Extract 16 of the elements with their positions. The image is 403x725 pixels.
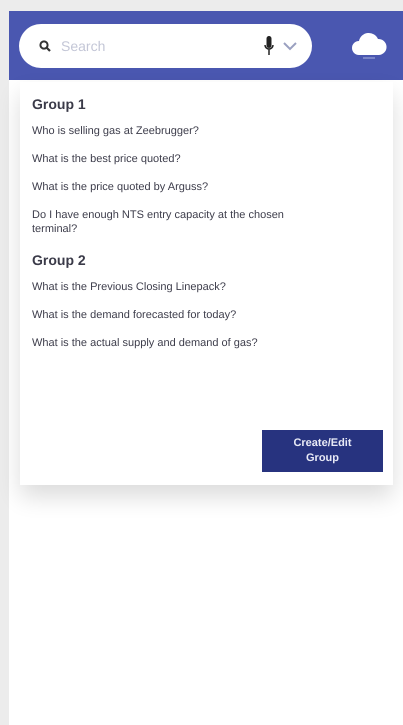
chevron-down-icon[interactable]	[282, 40, 298, 50]
question-item[interactable]: What is the price quoted by Arguss?	[32, 180, 322, 194]
question-item[interactable]: Who is selling gas at Zeebrugger?	[32, 124, 322, 138]
question-item[interactable]: What is the best price quoted?	[32, 152, 322, 166]
microphone-icon[interactable]	[264, 36, 274, 56]
search-field[interactable]: Search	[19, 24, 312, 68]
question-item[interactable]: What is the demand forecasted for today?	[32, 308, 322, 322]
question-item[interactable]: What is the actual supply and demand of gas?	[32, 336, 322, 350]
create-edit-group-button[interactable]: Create/Edit Group	[262, 430, 383, 472]
group-title: Group 2	[32, 252, 87, 268]
question-item[interactable]: What is the Previous Closing Linepack?	[32, 280, 322, 294]
cloud-icon[interactable]	[351, 30, 387, 60]
question-item[interactable]: Do I have enough NTS entry capacity at the chosen terminal?	[32, 208, 322, 236]
search-icon	[39, 40, 51, 52]
search-input[interactable]: Search	[59, 36, 256, 54]
group-title: Group 1	[32, 96, 87, 112]
